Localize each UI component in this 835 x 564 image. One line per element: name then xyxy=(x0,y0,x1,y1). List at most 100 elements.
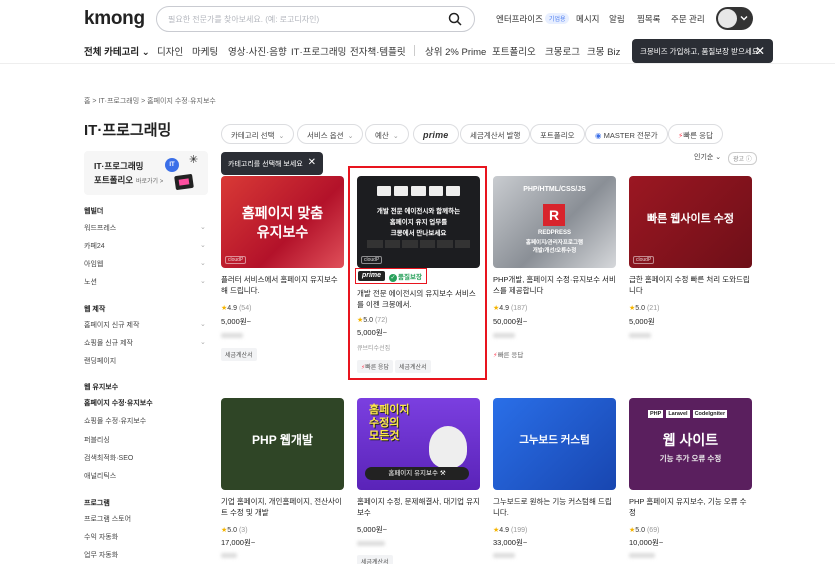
source-badge: cloudP xyxy=(225,256,247,264)
breadcrumb[interactable]: 홈 > IT·프로그래밍 > 홈페이지 수정·유지보수 xyxy=(84,96,216,106)
filter-master[interactable]: ◉ MASTER 전문가 xyxy=(585,124,668,144)
sidebar-heading: 웹 유지보수 xyxy=(84,384,119,391)
search-input[interactable]: 필요한 전문가를 찾아보세요. (예: 로고디자인) xyxy=(168,14,319,25)
sidebar-item[interactable]: 애널리틱스 xyxy=(84,471,116,481)
service-thumbnail[interactable]: PHP/HTML/CSS/JS R REDPRESS 홈페이지/관리자프로그램 … xyxy=(493,176,616,268)
nav-favorites[interactable]: 찜목록 xyxy=(637,13,660,25)
nav-alerts[interactable]: 알림 xyxy=(609,13,625,25)
service-title[interactable]: 기업 홈페이지, 개인홈페이지, 전산사이트 수정 및 개발 xyxy=(221,496,344,518)
nav-divider xyxy=(414,45,415,56)
cat-design[interactable]: 디자인 xyxy=(157,44,183,58)
chevron-down-icon: ⌄ xyxy=(392,133,399,140)
category-tooltip: 카테고리를 선택해 보세요 ✕ xyxy=(221,152,323,175)
price: 17,000원~ xyxy=(221,538,256,547)
chevron-down-icon[interactable]: ⌄ xyxy=(200,320,206,328)
service-thumbnail[interactable]: 홈페이지 맞춤 유지보수 cloudP xyxy=(221,176,344,268)
ad-badge[interactable]: 광고 ⓘ xyxy=(728,152,757,165)
filter-prime[interactable]: prime xyxy=(413,124,459,144)
sidebar-item[interactable]: 쇼핑몰 수정·유지보수 xyxy=(84,416,146,426)
seller-name-blurred xyxy=(357,541,385,546)
seller-name-blurred xyxy=(493,553,515,558)
portfolio-promo[interactable]: IT·프로그래밍 포트폴리오 바로가기 > IT ✳ xyxy=(84,151,208,195)
search-bar[interactable]: 필요한 전문가를 찾아보세요. (예: 로고디자인) xyxy=(156,6,475,32)
cat-video[interactable]: 영상·사진·음향 xyxy=(228,44,287,58)
service-thumbnail[interactable]: 그누보드 커스텀 xyxy=(493,398,616,490)
nav-enterprise[interactable]: 엔터프라이즈 기업용 xyxy=(496,13,570,25)
sidebar-item[interactable]: 퍼블리싱 xyxy=(84,435,110,445)
cat-marketing[interactable]: 마케팅 xyxy=(192,44,218,58)
nav-orders[interactable]: 주문 관리 xyxy=(671,13,705,25)
avatar xyxy=(718,9,737,28)
sidebar-item[interactable]: 수익 자동화 xyxy=(84,532,118,542)
kmong-logo[interactable]: kmong xyxy=(84,8,145,30)
service-thumbnail[interactable]: PHP Laravel CodeIgniter 웹 사이트 기능 추가 오류 수… xyxy=(629,398,752,490)
filter-portfolio[interactable]: 포트폴리오 xyxy=(530,124,585,144)
filter-budget[interactable]: 예산 ⌄ xyxy=(365,124,409,144)
close-icon[interactable]: ✕ xyxy=(308,157,316,168)
sort-dropdown[interactable]: 인기순 ⌄ xyxy=(694,152,721,162)
chevron-down-icon[interactable]: ⌄ xyxy=(200,241,206,249)
redpress-logo-icon: R xyxy=(543,204,565,226)
sidebar-item[interactable]: 랜딩페이지 xyxy=(84,356,116,366)
nav-kmonglog[interactable]: 크몽로그 xyxy=(545,44,580,58)
cat-it[interactable]: IT·프로그래밍 xyxy=(291,44,346,58)
price: 5,000원~ xyxy=(357,525,388,534)
sidebar-item[interactable]: 쇼핑몰 신규 제작 xyxy=(84,338,133,348)
sidebar-item[interactable]: 노션 xyxy=(84,277,97,287)
rating: ★4.9 (187) xyxy=(493,305,528,312)
tag-tax-invoice: 세금계산서 xyxy=(395,360,431,373)
sidebar-item[interactable]: 워드프레스 xyxy=(84,223,116,233)
service-title[interactable]: 플러터 서비스에서 홈페이지 유지보수 해 드립니다. xyxy=(221,274,344,296)
all-categories[interactable]: 전체 카테고리 ⌄ xyxy=(84,44,150,58)
sidebar-item[interactable]: 검색최적화·SEO xyxy=(84,453,133,463)
check-icon: ✓ xyxy=(389,274,397,282)
chevron-down-icon xyxy=(740,16,748,21)
service-title[interactable]: PHP 홈페이지 유지보수, 기능 오류 수정 xyxy=(629,496,752,518)
cat-ebook[interactable]: 전자책·템플릿 xyxy=(350,44,406,58)
page-title: IT·프로그래밍 xyxy=(84,122,172,139)
seller-name-blurred xyxy=(629,333,651,338)
nav-portfolio[interactable]: 포트폴리오 xyxy=(492,44,536,58)
sidebar-item[interactable]: 홈페이지 신규 제작 xyxy=(84,320,139,330)
seller-name-blurred xyxy=(493,333,515,338)
sidebar-item[interactable]: 아임웹 xyxy=(84,259,103,269)
service-title[interactable]: PHP개발, 홈페이지 수정·유지보수 서비스를 제공합니다 xyxy=(493,274,616,296)
nav-messages[interactable]: 메시지 xyxy=(576,13,599,25)
chevron-down-icon[interactable]: ⌄ xyxy=(200,277,206,285)
price: 5,000원~ xyxy=(221,317,252,326)
service-thumbnail[interactable]: 빠른 웹사이트 수정 cloudP xyxy=(629,176,752,268)
sidebar-item[interactable]: 카페24 xyxy=(84,241,105,251)
chevron-down-icon[interactable]: ⌄ xyxy=(200,259,206,267)
price: 5,000원 xyxy=(629,317,655,326)
filter-fast-response[interactable]: ⚡빠른 응답 xyxy=(668,124,723,144)
sidebar-item-active[interactable]: 홈페이지 수정·유지보수 xyxy=(84,398,153,408)
service-title[interactable]: 개발 전문 에이전시의 유지보수 서비스를 이젠 크몽에서. xyxy=(357,288,482,310)
tag-tax-invoice: 세금계산서 xyxy=(357,555,393,564)
chevron-down-icon: ⌄ xyxy=(278,133,285,140)
tag-tax-invoice: 세금계산서 xyxy=(221,348,257,361)
service-title[interactable]: 급한 홈페이지 수정 빠른 처리 도와드립니다 xyxy=(629,274,752,296)
nav-kmong-biz[interactable]: 크몽 Biz xyxy=(587,44,620,58)
filter-tax-invoice[interactable]: 세금계산서 발행 xyxy=(460,124,531,144)
filter-category[interactable]: 카테고리 선택 ⌄ xyxy=(221,124,295,144)
seller-name[interactable]: 큐브티수선집 xyxy=(357,343,390,352)
search-icon[interactable] xyxy=(448,12,462,26)
profile-menu[interactable] xyxy=(716,7,753,30)
chevron-down-icon[interactable]: ⌄ xyxy=(200,223,206,231)
it-badge-icon: IT xyxy=(165,158,179,172)
close-icon[interactable]: ✕ xyxy=(755,44,765,58)
filter-service-options[interactable]: 서비스 옵션 ⌄ xyxy=(297,124,364,144)
rating: ★5.0 (3) xyxy=(221,527,248,534)
chevron-down-icon[interactable]: ⌄ xyxy=(200,338,206,346)
tag-fast-response: ⚡빠른 응답 xyxy=(493,352,524,359)
nav-prime[interactable]: 상위 2% Prime xyxy=(425,44,486,58)
rating: ★4.9 (54) xyxy=(221,305,252,312)
service-title[interactable]: 홈페이지 수정, 문제해결사, 대기업 유지보수 xyxy=(357,496,480,518)
quality-guarantee-badge: ✓ 품질보장 xyxy=(389,274,422,282)
sidebar-item[interactable]: 프로그램 스토어 xyxy=(84,514,131,524)
service-thumbnail[interactable]: PHP 웹개발 xyxy=(221,398,344,490)
seller-name-blurred xyxy=(221,553,237,558)
service-title[interactable]: 그누보드로 원하는 기능 커스텀해 드립니다. xyxy=(493,496,616,518)
sidebar-item[interactable]: 업무 자동화 xyxy=(84,550,118,560)
service-thumbnail[interactable]: 홈페이지 수정의 모든것 홈페이지 유지보수 ⚒ xyxy=(357,398,480,490)
